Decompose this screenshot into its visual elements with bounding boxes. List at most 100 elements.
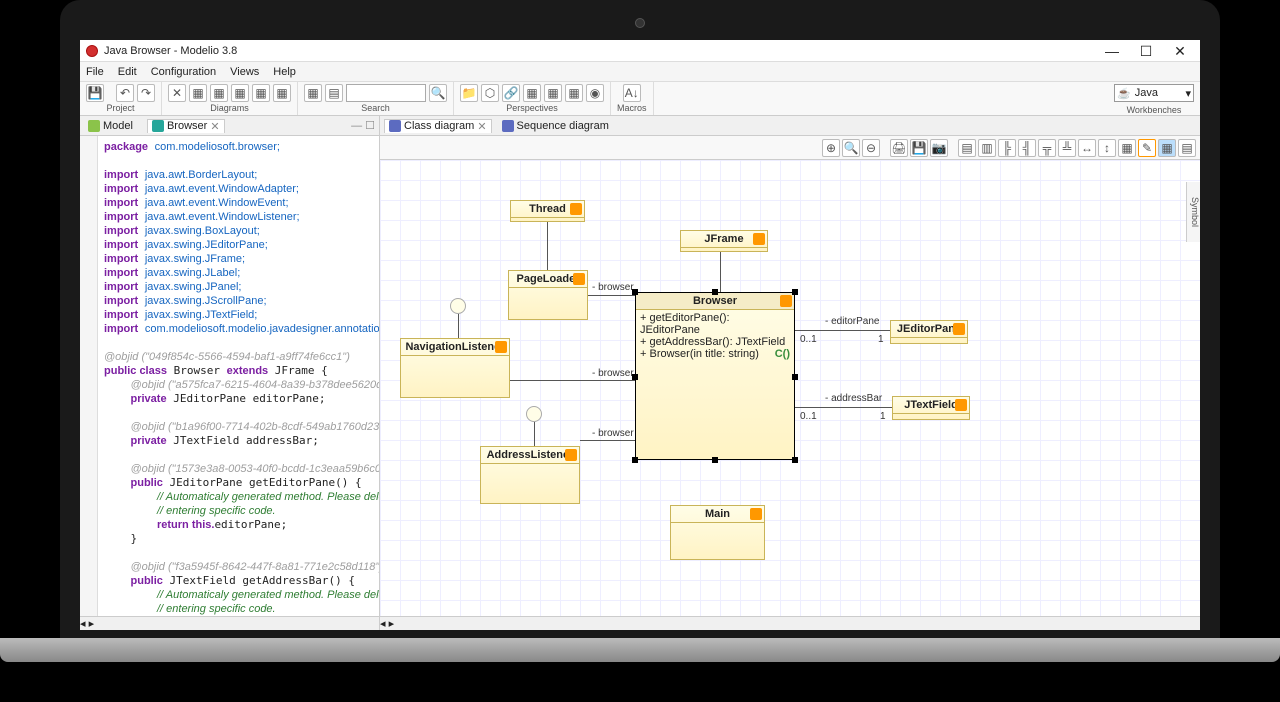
search-button[interactable]: 🔍	[429, 84, 447, 102]
close-tab-icon[interactable]: ✕	[210, 120, 219, 133]
align-icon-4[interactable]: ╣	[1018, 139, 1036, 157]
magic-icon[interactable]: ✎	[1138, 139, 1156, 157]
persp-1[interactable]: 📁	[460, 84, 478, 102]
print-icon[interactable]: 🖨	[890, 139, 908, 157]
titlebar: Java Browser - Modelio 3.8 — ☐ ✕	[80, 40, 1200, 62]
save-diagram-icon[interactable]: 💾	[910, 139, 928, 157]
search-label: Search	[361, 103, 390, 113]
perspectives-label: Perspectives	[506, 103, 558, 113]
dist-icon[interactable]: ↔	[1078, 139, 1096, 157]
minimize-button[interactable]: —	[1098, 44, 1126, 58]
app-icon	[86, 45, 98, 57]
maximize-button[interactable]: ☐	[1132, 44, 1160, 58]
tab-model[interactable]: Model	[84, 120, 137, 132]
code-editor[interactable]: package com.modeliosoft.browser; import …	[98, 136, 379, 616]
java-icon	[495, 341, 507, 353]
connector	[510, 380, 635, 381]
diagram-button[interactable]: ▦	[189, 84, 207, 102]
diagram-canvas[interactable]: Symbol Thread JFrame PageLoader	[380, 160, 1200, 616]
class-pageloader[interactable]: PageLoader	[508, 270, 588, 320]
class-main[interactable]: Main	[670, 505, 765, 560]
window-title: Java Browser - Modelio 3.8	[104, 45, 237, 57]
menu-edit[interactable]: Edit	[118, 66, 137, 78]
diagram-toolbar: ⊕ 🔍 ⊖ 🖨 💾 📷 ▤ ▥ ╠ ╣ ╦ ╩ ↔ ↕ ▦	[380, 136, 1200, 160]
align-icon-5[interactable]: ╦	[1038, 139, 1056, 157]
snapshot-icon[interactable]: 📷	[930, 139, 948, 157]
props-icon[interactable]: ▤	[1178, 139, 1196, 157]
left-scrollbar[interactable]: ◂ ▸	[80, 616, 379, 630]
diagram-button-3[interactable]: ▦	[231, 84, 249, 102]
connector	[795, 407, 892, 408]
zoom-out-icon[interactable]: ⊖	[862, 139, 880, 157]
java-icon	[750, 508, 762, 520]
java-icon	[573, 273, 585, 285]
persp-2[interactable]: ⬡	[481, 84, 499, 102]
zoom-in-icon[interactable]: ⊕	[822, 139, 840, 157]
laptop-camera	[635, 18, 645, 28]
persp-3[interactable]: 🔗	[502, 84, 520, 102]
zoom-fit-icon[interactable]: 🔍	[842, 139, 860, 157]
tab-sequence-diagram[interactable]: Sequence diagram	[498, 120, 613, 132]
macros-button[interactable]: A↓	[623, 84, 641, 102]
persp-5[interactable]: ▦	[544, 84, 562, 102]
menu-help[interactable]: Help	[273, 66, 296, 78]
workbenches-label: Workbenches	[1127, 105, 1182, 115]
project-label: Project	[106, 103, 134, 113]
align-icon-6[interactable]: ╩	[1058, 139, 1076, 157]
persp-4[interactable]: ▦	[523, 84, 541, 102]
right-scrollbar[interactable]: ◂ ▸	[380, 616, 1200, 630]
class-addresslistener[interactable]: AddressListener	[480, 446, 580, 504]
close-tab-icon[interactable]: ✕	[477, 120, 486, 133]
java-icon	[570, 203, 582, 215]
connector	[720, 252, 721, 292]
persp-6[interactable]: ▦	[565, 84, 583, 102]
symbol-panel-tab[interactable]: Symbol	[1186, 182, 1200, 242]
macros-label: Macros	[617, 103, 647, 113]
interface-lollipop-icon	[526, 406, 542, 422]
save-button[interactable]: 💾	[86, 84, 104, 102]
interface-lollipop-icon	[450, 298, 466, 314]
menu-configuration[interactable]: Configuration	[151, 66, 216, 78]
class-jtextfield[interactable]: JTextField	[892, 396, 970, 420]
class-navigationlistener[interactable]: NavigationListener	[400, 338, 510, 398]
diagram-button-4[interactable]: ▦	[252, 84, 270, 102]
minimize-pane-icon[interactable]: — ☐	[351, 119, 375, 132]
class-jeditorpane[interactable]: JEditorPane	[890, 320, 968, 344]
workbench-select[interactable]: ☕ Java ▾	[1114, 84, 1194, 102]
diagram-button-2[interactable]: ▦	[210, 84, 228, 102]
grid-toggle-icon[interactable]: ▦	[1158, 139, 1176, 157]
code-gutter	[80, 136, 98, 616]
diagram-button-5[interactable]: ▦	[273, 84, 291, 102]
close-button[interactable]: ✕	[1166, 44, 1194, 58]
tab-browser[interactable]: Browser ✕	[147, 119, 225, 133]
connector	[534, 422, 535, 446]
tool-icon[interactable]: ✕	[168, 84, 186, 102]
sequence-diagram-icon	[502, 120, 514, 132]
dist-icon-2[interactable]: ↕	[1098, 139, 1116, 157]
tab-class-diagram[interactable]: Class diagram ✕	[384, 119, 492, 133]
connector	[580, 440, 635, 441]
menu-views[interactable]: Views	[230, 66, 259, 78]
menu-file[interactable]: File	[86, 66, 104, 78]
java-icon	[753, 233, 765, 245]
grid-icon[interactable]: ▦	[1118, 139, 1136, 157]
redo-button[interactable]: ↷	[137, 84, 155, 102]
class-thread[interactable]: Thread	[510, 200, 585, 222]
search-tool-1[interactable]: ▦	[304, 84, 322, 102]
java-icon	[955, 399, 967, 411]
workbench-selected: Java	[1135, 87, 1158, 99]
class-browser[interactable]: Browser + getEditorPane(): JEditorPane +…	[635, 292, 795, 460]
align-icon[interactable]: ▤	[958, 139, 976, 157]
search-tool-2[interactable]: ▤	[325, 84, 343, 102]
diagrams-label: Diagrams	[210, 103, 249, 113]
search-input[interactable]	[346, 84, 426, 102]
align-icon-3[interactable]: ╠	[998, 139, 1016, 157]
align-icon-2[interactable]: ▥	[978, 139, 996, 157]
undo-button[interactable]: ↶	[116, 84, 134, 102]
connector	[458, 314, 459, 338]
class-jframe[interactable]: JFrame	[680, 230, 768, 252]
persp-7[interactable]: ◉	[586, 84, 604, 102]
connector	[795, 330, 890, 331]
laptop-base	[0, 638, 1280, 662]
file-icon	[152, 120, 164, 132]
